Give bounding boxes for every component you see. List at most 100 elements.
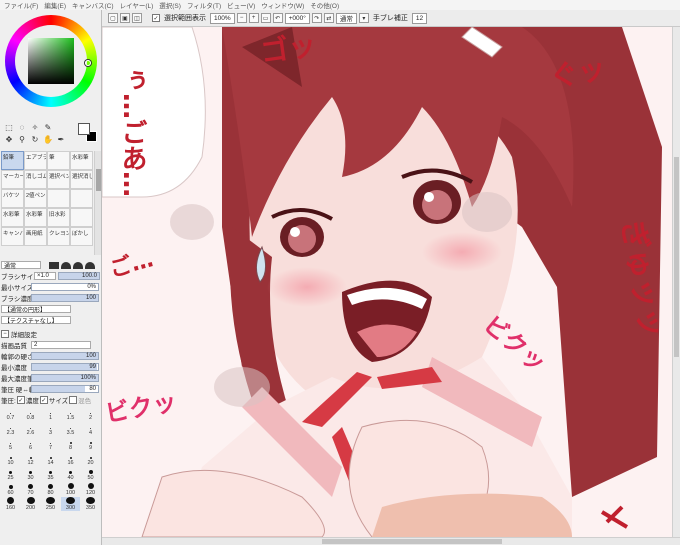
menu-layer[interactable]: レイヤー(L) <box>120 0 154 10</box>
pressure-size-checkbox[interactable]: ✓ <box>39 396 48 404</box>
brush-size-preset[interactable]: 6 <box>21 437 40 451</box>
color-wheel[interactable] <box>5 15 97 107</box>
brush-marker[interactable]: マーカー <box>1 170 24 189</box>
brush-size-preset[interactable]: 4 <box>81 422 100 436</box>
brush-empty-3[interactable] <box>70 208 93 227</box>
brush-size-preset[interactable]: 9 <box>81 437 100 451</box>
menu-file[interactable]: ファイル(F) <box>4 0 38 10</box>
menu-filter[interactable]: フィルタ(T) <box>187 0 221 10</box>
brush-blur[interactable]: ぼかし <box>70 227 93 246</box>
brush-select-eraser[interactable]: 選択消し <box>70 170 93 189</box>
brush-size-preset[interactable]: 3 <box>41 422 60 436</box>
menu-canvas[interactable]: キャンバス(C) <box>72 0 114 10</box>
brush-binary-pen[interactable]: 2値ペン <box>24 189 47 208</box>
lasso-icon[interactable]: ◌ <box>16 122 28 133</box>
menu-edit[interactable]: 編集(E) <box>44 0 66 10</box>
flip-icon[interactable]: ⇄ <box>323 13 334 23</box>
brush-size-preset[interactable]: 5 <box>1 437 20 451</box>
brush-size-preset[interactable]: 0.8 <box>21 407 40 421</box>
brush-size-preset[interactable]: 120 <box>81 482 100 496</box>
brush-grid-scrollbar[interactable] <box>94 151 101 255</box>
canvas-vertical-scrollbar[interactable] <box>672 27 680 537</box>
shape-round-icon[interactable] <box>61 261 71 269</box>
brush-size-preset[interactable]: 3.5 <box>61 422 80 436</box>
color-swatch[interactable] <box>78 123 98 143</box>
pressure-density-checkbox[interactable]: ✓ <box>16 396 25 404</box>
drawing-canvas[interactable]: ゴッ ぐッ ぎゅッッ ビクッ ビクッ ぅ…ごあ… ご… <box>102 27 672 537</box>
brush-watercolor[interactable]: 水彩筆 <box>70 151 93 170</box>
brush-size-preset[interactable]: 30 <box>21 467 40 481</box>
hue-marker[interactable] <box>85 60 91 66</box>
brush-crayon[interactable]: クレヨン <box>47 227 70 246</box>
brush-size-preset[interactable]: 10 <box>1 452 20 466</box>
min-density-slider[interactable]: 99 <box>31 363 99 371</box>
brush-size-preset[interactable]: 2 <box>81 407 100 421</box>
brush-size-preset[interactable]: 300 <box>61 497 80 511</box>
brush-pencil[interactable]: 鉛筆 <box>1 151 24 170</box>
brush-size-preset[interactable]: 1.5 <box>61 407 80 421</box>
brush-size-preset[interactable]: 0.7 <box>1 407 20 421</box>
brush-watercolor-3[interactable]: 水彩筆 <box>24 208 47 227</box>
shape-soft-icon[interactable] <box>85 261 95 269</box>
brush-mode-select[interactable]: 通常 <box>1 261 41 270</box>
deselect-icon[interactable]: ▢ <box>108 13 118 23</box>
detail-toggle-icon[interactable]: − <box>1 330 9 338</box>
eyedropper-icon[interactable]: ✎ <box>42 122 54 133</box>
menu-select[interactable]: 選択(S) <box>159 0 181 10</box>
zoom-reset-icon[interactable]: ▭ <box>260 13 271 23</box>
brush-empty-2[interactable] <box>70 189 93 208</box>
brush-size-preset[interactable]: 12 <box>21 452 40 466</box>
min-size-slider[interactable]: 0% <box>31 283 99 291</box>
brush-size-preset[interactable]: 25 <box>1 467 20 481</box>
canvas-horizontal-scrollbar[interactable] <box>102 537 680 545</box>
rotate-right-icon[interactable]: ↷ <box>311 13 322 23</box>
rect-select-icon[interactable]: ⬚ <box>3 122 15 133</box>
zoom-icon[interactable]: ⚲ <box>16 134 28 145</box>
pressure-blend-checkbox[interactable] <box>69 396 78 404</box>
brush-size-preset[interactable]: 160 <box>1 497 20 511</box>
zoom-in-icon[interactable]: + <box>248 13 259 23</box>
rotate-left-icon[interactable]: ↶ <box>272 13 283 23</box>
rotate-icon[interactable]: ↻ <box>29 134 41 145</box>
brush-size-slider[interactable]: 100.0 <box>58 272 100 280</box>
invert-selection-icon[interactable]: ▣ <box>120 13 130 23</box>
brush-size-preset[interactable]: 35 <box>41 467 60 481</box>
brush-size-preset[interactable]: 2.6 <box>21 422 40 436</box>
rotation-field[interactable]: +000° <box>284 12 310 24</box>
brush-size-preset[interactable]: 250 <box>41 497 60 511</box>
magic-wand-icon[interactable]: ✧ <box>29 122 41 133</box>
brush-size-preset[interactable]: 100 <box>61 482 80 496</box>
brush-watercolor-2[interactable]: 水彩筆 <box>1 208 24 227</box>
brush-size-preset[interactable]: 2.3 <box>1 422 20 436</box>
brush-eraser[interactable]: 消しゴム <box>24 170 47 189</box>
brush-bucket[interactable]: バケツ <box>1 189 24 208</box>
brush-old-watercolor[interactable]: 旧水彩 <box>47 208 70 227</box>
brush-size-preset[interactable]: 8 <box>61 437 80 451</box>
brush-size-preset[interactable]: 14 <box>41 452 60 466</box>
brush-size-preset[interactable]: 70 <box>21 482 40 496</box>
brush-airbrush[interactable]: エアブラシ <box>24 151 47 170</box>
zoom-out-icon[interactable]: − <box>236 13 247 23</box>
toggle-selection-icon[interactable]: ◫ <box>132 13 142 23</box>
brush-size-preset[interactable]: 350 <box>81 497 100 511</box>
move-icon[interactable]: ✥ <box>3 134 15 145</box>
brush-size-preset[interactable]: 80 <box>41 482 60 496</box>
brush-empty-1[interactable] <box>47 189 70 208</box>
brush-size-multiplier[interactable]: ×1.0 <box>34 272 56 280</box>
brush-texture-select[interactable]: 【テクスチャなし】 <box>1 316 71 325</box>
brush-size-preset[interactable]: 60 <box>1 482 20 496</box>
menu-window[interactable]: ウィンドウ(W) <box>261 0 304 10</box>
brush-size-preset[interactable]: 50 <box>81 467 100 481</box>
brush-size-preset[interactable]: 200 <box>21 497 40 511</box>
brush-size-preset[interactable]: 40 <box>61 467 80 481</box>
zoom-field[interactable]: 100% <box>210 12 235 24</box>
foreground-color[interactable] <box>78 123 90 135</box>
brush-size-preset[interactable]: 1 <box>41 407 60 421</box>
shape-dome-icon[interactable] <box>73 261 83 269</box>
hand-icon[interactable]: ✋ <box>42 134 54 145</box>
blend-mode-select[interactable]: 通常 <box>335 12 357 24</box>
brush-paper[interactable]: 画用紙 <box>24 227 47 246</box>
menu-other[interactable]: その他(O) <box>310 0 339 10</box>
menu-view[interactable]: ビュー(V) <box>227 0 255 10</box>
brush-shape-select[interactable]: 【通常の円形】 <box>1 305 71 314</box>
